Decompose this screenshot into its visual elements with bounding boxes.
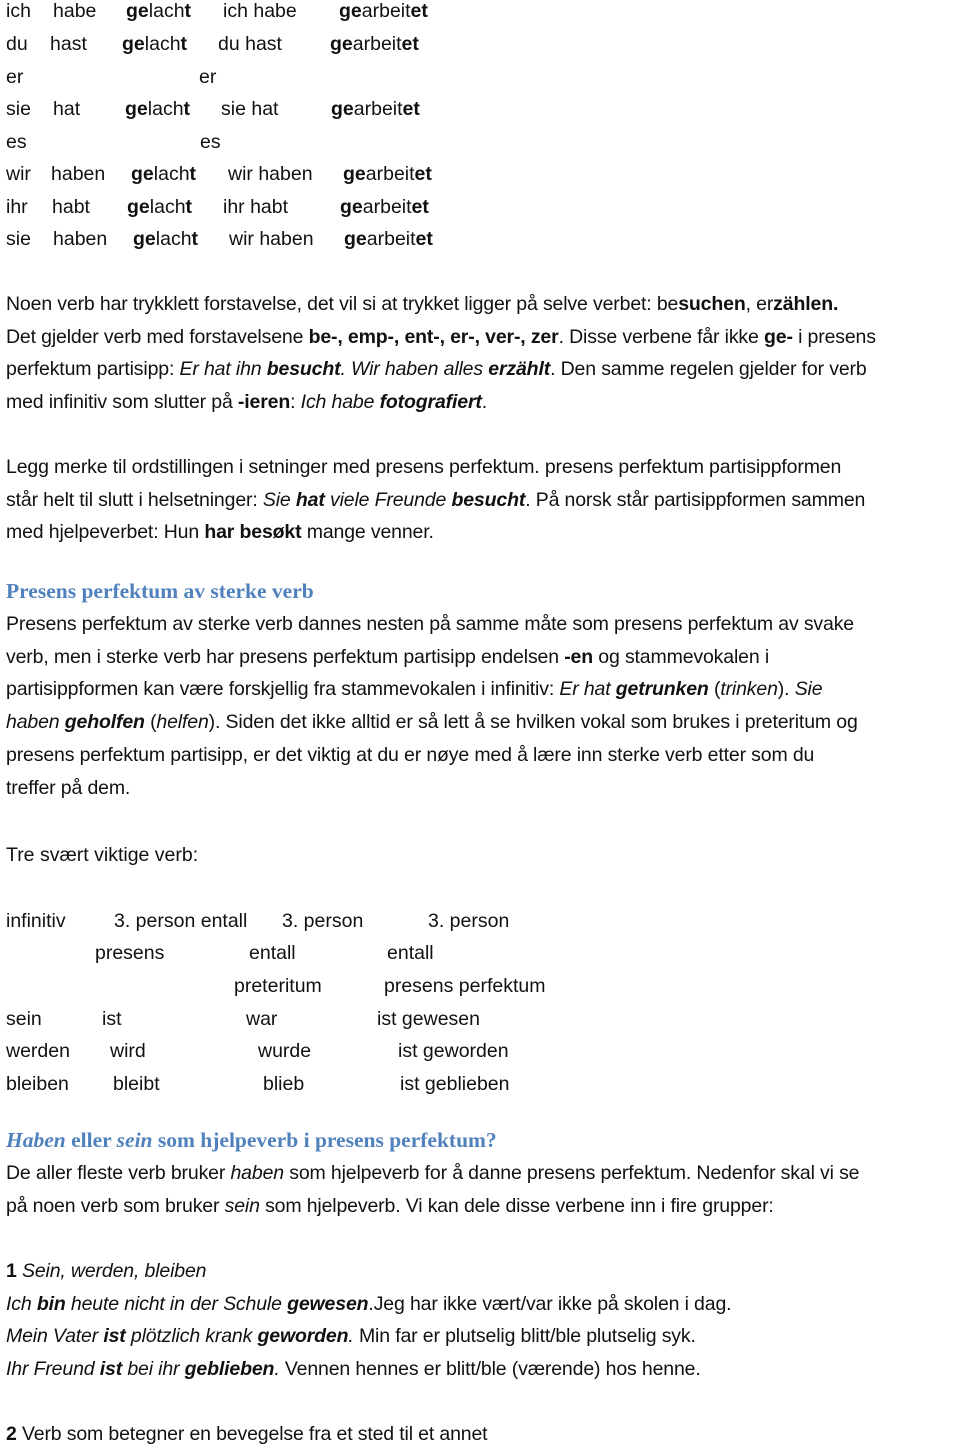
pronoun-aux-pair: ihr habt [223, 196, 289, 218]
paragraph-auxiliary: De aller fleste verb bruker haben som hj… [6, 1157, 956, 1222]
section-heading: Haben eller sein som hjelpeverb i presen… [6, 1128, 497, 1152]
text-line: Det gjelder verb med forstavelsene be-, … [6, 325, 876, 348]
participle-gearbeitet: gearbeitet [344, 228, 433, 250]
group-1: 1 Sein, werden, bleiben Ich bin heute ni… [6, 1255, 956, 1386]
pronoun-aux-pair: wir haben [229, 228, 314, 250]
header-present-sub: presens [95, 942, 165, 964]
header-perfect-sub: entall [387, 942, 434, 964]
pronoun: wir [6, 163, 31, 185]
verb-table-row: sein ist war ist gewesen [0, 1008, 960, 1040]
participle-gelacht: gelacht [131, 163, 197, 185]
pronoun: ich [6, 0, 31, 22]
text-line: De aller fleste verb bruker haben som hj… [6, 1162, 860, 1184]
text-line: står helt til slutt i helsetninger: Sie … [6, 488, 866, 511]
participle-gearbeitet: gearbeitet [343, 163, 432, 185]
pronoun-aux-pair: ich habe [223, 0, 297, 22]
cell-present: ist [102, 1008, 122, 1030]
paragraph-prefix-verbs: Noen verb har trykklett forstavelse, det… [6, 288, 956, 419]
pronoun-aux-pair: du hast [218, 33, 282, 55]
header-preterite-sub2: preteritum [234, 975, 322, 997]
text-line: perfektum partisipp: Er hat ihn besucht.… [6, 358, 867, 381]
text-line: presens perfektum partisipp, er det vikt… [6, 743, 815, 766]
conjugation-row: du hast gelacht du hast gearbeitet [0, 33, 960, 65]
header-preterite-sub: entall [249, 942, 296, 964]
participle-gelacht: gelacht [127, 196, 193, 218]
cell-perfect: ist gewesen [377, 1008, 480, 1030]
header-preterite: 3. person [282, 910, 364, 932]
cell-perfect: ist geblieben [400, 1073, 510, 1095]
section-heading: Presens perfektum av sterke verb [6, 579, 314, 603]
cell-preterite: wurde [258, 1040, 312, 1062]
pronoun: sie [6, 98, 31, 120]
text-line: verb, men i sterke verb har presens perf… [6, 645, 769, 668]
pronoun: sie [6, 228, 31, 250]
pronoun-aux-pair: wir haben [228, 163, 313, 185]
cell-preterite: blieb [263, 1073, 305, 1095]
paragraph-word-order: Legg merke til ordstillingen i setninger… [6, 451, 956, 549]
participle-gelacht: gelacht [133, 228, 199, 250]
pronoun: es [6, 131, 27, 153]
cell-infinitive: werden [6, 1040, 70, 1062]
text-line: treffer på dem. [6, 776, 131, 799]
auxiliary: habe [53, 0, 97, 22]
participle-gelacht: gelacht [122, 33, 188, 55]
participle-gearbeitet: gearbeitet [331, 98, 420, 120]
verb-table-header-row: presens entall entall [0, 942, 960, 974]
pronoun: er [6, 66, 24, 88]
intro-verbs: Tre svært viktige verb: [6, 844, 199, 866]
cell-infinitive: bleiben [6, 1073, 69, 1095]
auxiliary: habt [52, 196, 90, 218]
example-sentence: Ich bin heute nicht in der Schule gewese… [6, 1292, 732, 1315]
text-line: med infinitiv som slutter på -ieren: Ich… [6, 391, 488, 414]
document-page: ich habe gelacht ich habe gearbeitet du … [0, 0, 960, 1451]
text-line: partisippformen kan være forskjellig fra… [6, 678, 823, 701]
text-line: Legg merke til ordstillingen i setninger… [6, 456, 842, 478]
example-sentence: Mein Vater ist plötzlich krank geworden.… [6, 1325, 696, 1348]
header-perfect-sub2: presens perfektum [384, 975, 546, 997]
header-infinitiv: infinitiv [6, 910, 66, 932]
cell-present: bleibt [113, 1073, 160, 1095]
example-sentence: Ihr Freund ist bei ihr geblieben. Vennen… [6, 1358, 701, 1381]
conjugation-row: wir haben gelacht wir haben gearbeitet [0, 163, 960, 195]
text-line: Presens perfektum av sterke verb dannes … [6, 613, 855, 635]
text-line: haben geholfen (helfen). Siden det ikke … [6, 711, 858, 734]
conjugation-row: es es [0, 131, 960, 163]
paragraph-strong-verbs: Presens perfektum av sterke verb dannes … [6, 608, 956, 804]
cell-present: wird [110, 1040, 146, 1062]
header-perfect: 3. person [428, 910, 510, 932]
cell-perfect: ist geworden [398, 1040, 509, 1062]
text-line: på noen verb som bruker sein som hjelpev… [6, 1194, 774, 1217]
participle-gearbeitet: gearbeitet [340, 196, 429, 218]
participle-gelacht: gelacht [125, 98, 191, 120]
text-line: med hjelpeverbet: Hun har besøkt mange v… [6, 521, 434, 544]
pronoun: du [6, 33, 28, 55]
participle-gearbeitet: gearbeitet [330, 33, 419, 55]
cell-infinitive: sein [6, 1008, 42, 1030]
conjugation-row: ich habe gelacht ich habe gearbeitet [0, 0, 960, 32]
pronoun-aux-pair: sie hat [221, 98, 279, 120]
conjugation-row: sie hat gelacht sie hat gearbeitet [0, 98, 960, 130]
verb-table-row: werden wird wurde ist geworden [0, 1040, 960, 1072]
verb-table-header-row: infinitiv 3. person entall 3. person 3. … [0, 910, 960, 942]
verb-table-header-row: preteritum presens perfektum [0, 975, 960, 1007]
cell-preterite: war [246, 1008, 278, 1030]
conjugation-row: ihr habt gelacht ihr habt gearbeitet [0, 196, 960, 228]
pronoun: ihr [6, 196, 28, 218]
header-present: 3. person entall [114, 910, 248, 932]
auxiliary: haben [53, 228, 108, 250]
group-title: 2 Verb som betegner en bevegelse fra et … [6, 1423, 488, 1445]
verb-table-row: bleiben bleibt blieb ist geblieben [0, 1073, 960, 1105]
text-line: Noen verb har trykklett forstavelse, det… [6, 293, 839, 315]
participle-gearbeitet: gearbeitet [339, 0, 428, 22]
pronoun-aux-pair: er [199, 66, 217, 88]
auxiliary: haben [51, 163, 106, 185]
pronoun-aux-pair: es [200, 131, 221, 153]
group-title: 1 Sein, werden, bleiben [6, 1260, 207, 1282]
auxiliary: hat [53, 98, 81, 120]
conjugation-row: sie haben gelacht wir haben gearbeitet [0, 228, 960, 260]
auxiliary: hast [50, 33, 87, 55]
participle-gelacht: gelacht [126, 0, 192, 22]
conjugation-row: er er [0, 66, 960, 98]
group-2: 2 Verb som betegner en bevegelse fra et … [6, 1418, 956, 1451]
